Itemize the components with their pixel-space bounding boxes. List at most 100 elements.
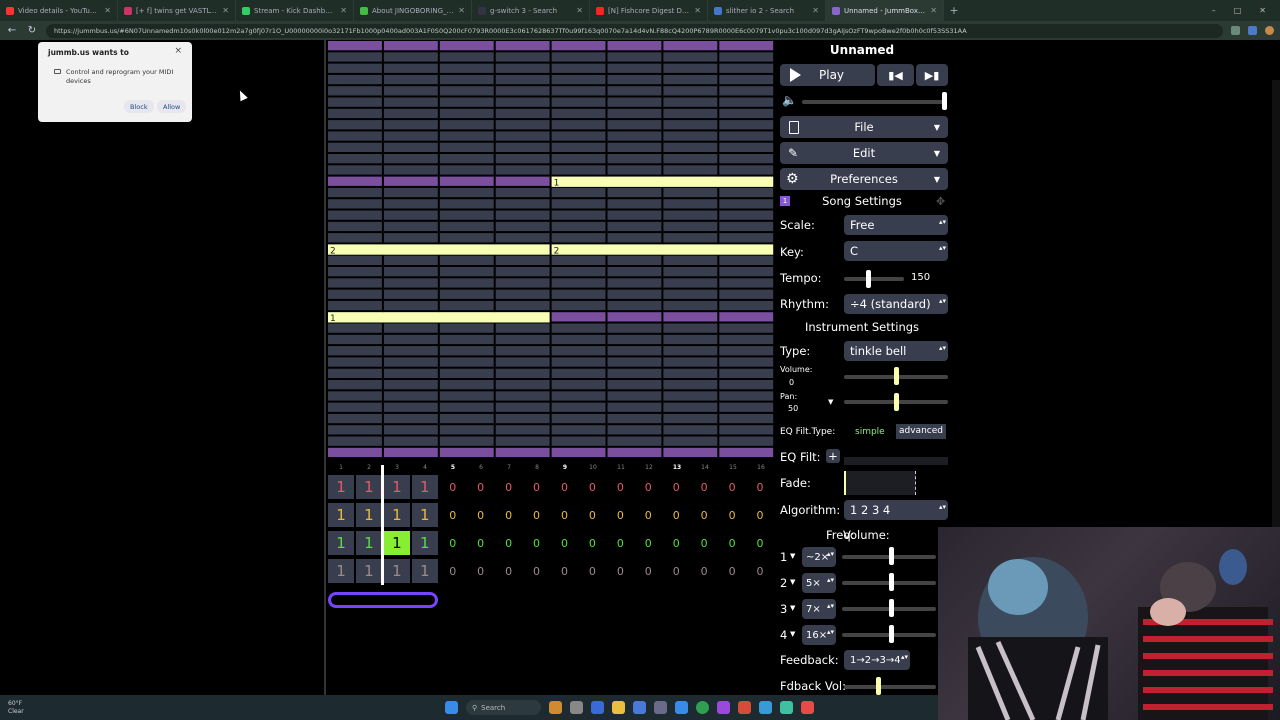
pattern-cell[interactable]: 0 (606, 502, 634, 528)
grid-cell[interactable] (719, 108, 774, 119)
grid-cell[interactable] (439, 334, 494, 345)
grid-cell[interactable] (328, 425, 382, 435)
grid-cell[interactable] (663, 199, 718, 209)
grid-cell[interactable] (663, 120, 718, 130)
grid-cell[interactable] (439, 300, 494, 311)
grid-cell[interactable] (495, 210, 550, 220)
grid-cell[interactable] (551, 323, 606, 333)
pattern-cell[interactable]: 0 (439, 474, 467, 500)
grid-cell[interactable] (383, 289, 438, 299)
grid-cell[interactable] (495, 142, 550, 152)
grid-cell[interactable] (328, 142, 382, 152)
operator-volume-knob[interactable] (889, 547, 894, 565)
edit-menu[interactable]: ✎ Edit ▼ (780, 142, 948, 164)
grid-cell[interactable] (495, 278, 550, 288)
grid-cell[interactable] (439, 63, 494, 73)
grid-cell[interactable] (607, 357, 662, 367)
grid-cell[interactable] (663, 334, 718, 345)
grid-cell[interactable] (495, 165, 550, 175)
grid-cell[interactable] (551, 425, 606, 435)
pattern-cell[interactable]: 0 (523, 502, 551, 528)
pattern-cell[interactable]: 0 (467, 558, 495, 584)
operator-volume-knob[interactable] (889, 599, 894, 617)
grid-cell[interactable] (719, 154, 774, 164)
grid-cell[interactable] (551, 187, 606, 198)
eq-advanced-option[interactable]: advanced (896, 424, 946, 439)
grid-cell[interactable] (551, 41, 606, 51)
grid-cell[interactable] (551, 312, 606, 322)
grid-cell[interactable] (607, 74, 662, 85)
browser-tab[interactable]: Unnamed - JummBox 2.6 ✕ (826, 0, 944, 21)
block-button[interactable]: Block (124, 100, 154, 113)
grid-cell[interactable] (663, 380, 718, 390)
grid-cell[interactable] (607, 41, 662, 51)
grid-cell[interactable] (607, 154, 662, 164)
grid-cell[interactable] (439, 210, 494, 220)
chrome-icon[interactable] (696, 701, 709, 714)
grid-cell[interactable] (495, 323, 550, 333)
pattern-cell[interactable]: 1 (410, 558, 439, 584)
grid-cell[interactable] (328, 447, 382, 458)
grid-cell[interactable] (551, 289, 606, 299)
close-icon[interactable]: × (174, 46, 182, 56)
pattern-cell[interactable]: 0 (495, 474, 523, 500)
grid-cell[interactable] (495, 108, 550, 119)
pattern-cell[interactable]: 0 (634, 502, 662, 528)
grid-cell[interactable] (328, 86, 382, 96)
grid-cell[interactable] (439, 413, 494, 424)
pattern-cell[interactable]: 1 (327, 558, 355, 584)
grid-cell[interactable] (607, 323, 662, 333)
pattern-cell[interactable]: 0 (551, 530, 579, 556)
grid-cell[interactable] (439, 74, 494, 85)
grid-cell[interactable] (551, 131, 606, 141)
grid-cell[interactable] (551, 74, 606, 85)
pattern-cell[interactable]: 0 (634, 474, 662, 500)
grid-cell[interactable] (328, 267, 382, 277)
pattern-cell[interactable]: 0 (439, 502, 467, 528)
eq-filter-display[interactable] (844, 457, 948, 465)
back-icon[interactable]: ← (6, 25, 18, 36)
grid-cell[interactable] (495, 413, 550, 424)
grid-cell[interactable] (328, 165, 382, 175)
grid-cell[interactable] (663, 289, 718, 299)
grid-cell[interactable] (495, 41, 550, 51)
grid-cell[interactable] (663, 97, 718, 107)
play-button[interactable]: Play (780, 64, 875, 86)
volume-value[interactable]: 0 (789, 378, 794, 387)
extension-icon[interactable] (1231, 26, 1240, 35)
tempo-slider[interactable] (844, 277, 904, 281)
maximize-button[interactable]: □ (1234, 6, 1242, 15)
grid-cell[interactable] (328, 346, 382, 356)
grid-cell[interactable] (551, 278, 606, 288)
grid-cell[interactable] (719, 63, 774, 73)
grid-cell[interactable] (495, 154, 550, 164)
song-title[interactable]: Unnamed (776, 43, 948, 57)
operator-dropdown-icon[interactable]: ▼ (790, 552, 795, 560)
grid-cell[interactable] (439, 233, 494, 243)
file-explorer-icon[interactable] (612, 701, 625, 714)
grid-cell[interactable] (495, 267, 550, 277)
grid-cell[interactable] (551, 357, 606, 367)
grid-cell[interactable] (719, 402, 774, 412)
grid-cell[interactable] (663, 41, 718, 51)
rhythm-select[interactable]: ÷4 (standard) (844, 294, 948, 314)
grid-cell[interactable] (439, 187, 494, 198)
note-block[interactable] (328, 312, 550, 323)
operator-freq-select[interactable]: 7× (802, 599, 836, 619)
grid-cell[interactable] (551, 108, 606, 119)
pattern-cell[interactable]: 0 (578, 558, 606, 584)
grid-cell[interactable] (607, 131, 662, 141)
grid-cell[interactable] (383, 357, 438, 367)
tab-close-icon[interactable]: ✕ (812, 6, 819, 15)
browser-tab[interactable]: About JINGOBORING_TWINS - Kick ✕ (354, 0, 472, 21)
grid-cell[interactable] (439, 86, 494, 96)
grid-cell[interactable] (607, 142, 662, 152)
track-editor[interactable]: 1111000000000000111100000000000011110000… (327, 474, 774, 588)
grid-cell[interactable] (551, 436, 606, 446)
grid-cell[interactable] (495, 199, 550, 209)
grid-cell[interactable] (663, 154, 718, 164)
pan-knob[interactable] (894, 393, 899, 411)
tab-close-icon[interactable]: ✕ (104, 6, 111, 15)
pattern-cell[interactable]: 1 (354, 474, 383, 500)
browser-tab[interactable]: g-switch 3 - Search ✕ (472, 0, 590, 21)
